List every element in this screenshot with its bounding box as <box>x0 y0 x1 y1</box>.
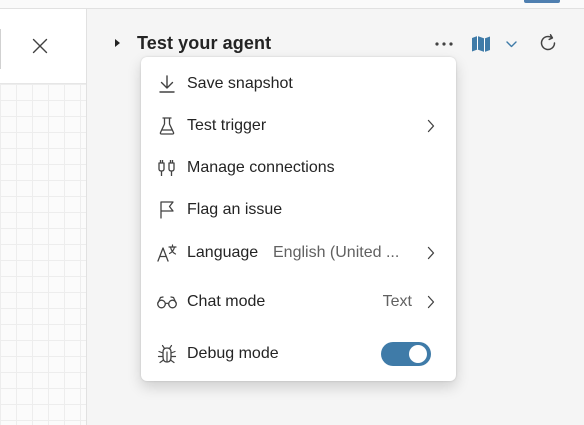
bug-icon <box>155 342 179 366</box>
plug-connected-icon <box>155 156 179 180</box>
menu-item-manage-connections[interactable]: Manage connections <box>145 149 452 187</box>
menu-item-debug-mode[interactable]: Debug mode <box>145 335 452 373</box>
more-options-button[interactable] <box>431 33 457 55</box>
menu-item-label: Debug mode <box>187 345 279 362</box>
toggle-knob <box>409 345 427 363</box>
left-pane-header <box>0 9 86 84</box>
menu-item-save-snapshot[interactable]: Save snapshot <box>145 65 452 103</box>
flag-icon <box>155 198 179 222</box>
glasses-icon <box>155 290 179 314</box>
beaker-icon <box>155 114 179 138</box>
menu-item-label: Chat mode <box>187 293 266 310</box>
overflow-menu: Save snapshot Test trigger Manage connec… <box>141 57 456 381</box>
close-button[interactable] <box>27 33 53 59</box>
top-accent-bar <box>524 0 560 3</box>
menu-item-label: Manage connections <box>187 159 335 176</box>
chevron-right-icon <box>424 245 438 261</box>
map-icon <box>472 36 490 52</box>
left-pane <box>0 9 87 425</box>
refresh-button[interactable] <box>537 32 559 54</box>
chevron-down-icon <box>505 40 517 47</box>
language-value: English (United ... <box>273 244 400 261</box>
menu-item-label: Test trigger <box>187 117 267 134</box>
pane-title: Test your agent <box>137 33 272 53</box>
map-button[interactable] <box>470 33 492 55</box>
chevron-right-icon <box>424 294 438 310</box>
close-icon <box>32 38 48 54</box>
canvas-grid <box>0 84 86 425</box>
collapse-caret-icon[interactable] <box>115 39 120 47</box>
top-strip <box>0 0 584 9</box>
download-icon <box>155 72 179 96</box>
translate-icon <box>155 241 179 265</box>
map-dropdown-button[interactable] <box>502 35 520 53</box>
menu-item-label: Flag an issue <box>187 201 283 218</box>
menu-item-label: Language <box>187 244 259 261</box>
divider <box>0 29 1 69</box>
debug-mode-toggle[interactable] <box>381 342 431 366</box>
refresh-icon <box>540 34 556 51</box>
menu-item-flag-issue[interactable]: Flag an issue <box>145 191 452 229</box>
menu-item-chat-mode[interactable]: Chat mode Text <box>145 283 452 321</box>
menu-item-label: Save snapshot <box>187 75 293 92</box>
more-horizontal-icon <box>435 42 453 46</box>
chat-mode-value: Text <box>382 293 412 310</box>
menu-item-test-trigger[interactable]: Test trigger <box>145 107 452 145</box>
chevron-right-icon <box>424 118 438 134</box>
menu-item-language[interactable]: Language English (United ... <box>145 234 452 272</box>
